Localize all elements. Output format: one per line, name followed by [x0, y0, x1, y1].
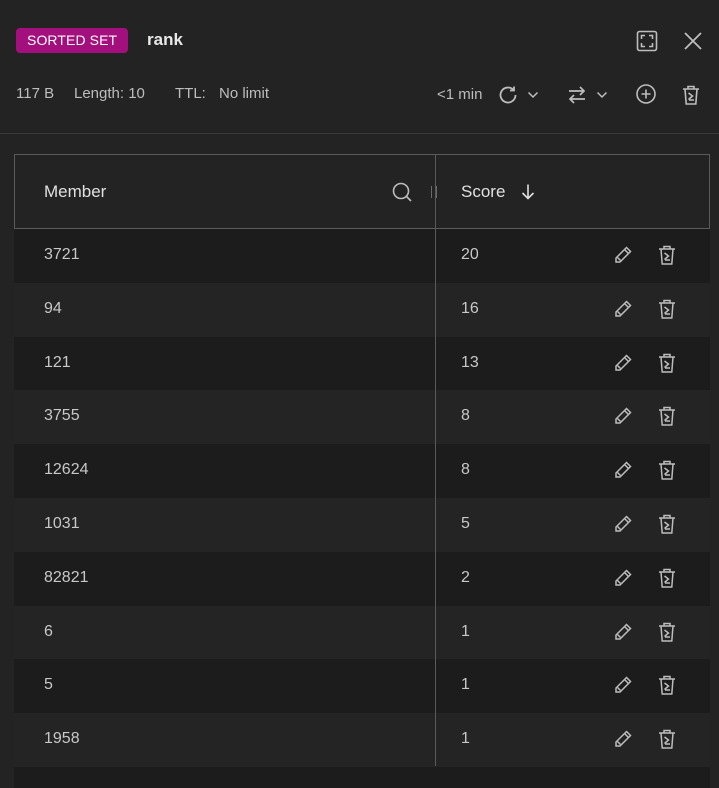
trash-icon[interactable]	[656, 298, 678, 320]
member-cell: 3721	[44, 246, 80, 263]
member-cell: 1031	[44, 514, 80, 532]
table-row: 82821 2	[14, 551, 710, 606]
trash-icon[interactable]	[656, 567, 678, 589]
member-cell: 1958	[44, 730, 80, 748]
table-row: 3721 20	[14, 229, 710, 283]
member-cell: 82821	[44, 568, 89, 586]
ttl-value[interactable]: No limit	[219, 85, 269, 102]
members-table: Member Score 3721 20 94 16 121 13 3755 8…	[14, 154, 710, 788]
key-details-header: SORTED SET rank 117 B Length: 10 TTL: No…	[0, 0, 719, 134]
score-cell: 20	[461, 246, 479, 263]
column-divider	[435, 154, 436, 766]
table-row: 5 1	[14, 659, 710, 714]
column-header-score[interactable]: Score	[461, 182, 505, 202]
member-cell: 121	[44, 353, 71, 371]
member-cell: 94	[44, 299, 62, 317]
chevron-down-icon[interactable]	[595, 88, 609, 102]
pencil-icon[interactable]	[612, 674, 634, 696]
score-cell: 1	[461, 622, 470, 640]
score-cell: 13	[461, 353, 479, 371]
ttl-label: TTL:	[175, 85, 206, 102]
table-row: 121 13	[14, 336, 710, 391]
pencil-icon[interactable]	[612, 244, 634, 266]
trash-icon[interactable]	[656, 405, 678, 427]
pencil-icon[interactable]	[612, 352, 634, 374]
score-cell: 2	[461, 568, 470, 586]
refresh-icon[interactable]	[495, 82, 521, 108]
pencil-icon[interactable]	[612, 405, 634, 427]
column-header-member[interactable]: Member	[44, 182, 106, 202]
trash-icon[interactable]	[656, 352, 678, 374]
member-cell: 3755	[44, 407, 80, 425]
table-row: 1958 1	[14, 713, 710, 767]
pencil-icon[interactable]	[612, 513, 634, 535]
key-name[interactable]: rank	[147, 30, 183, 50]
key-length: Length: 10	[74, 85, 145, 102]
table-row: 12624 8	[14, 444, 710, 498]
trash-icon[interactable]	[679, 82, 703, 108]
swap-icon[interactable]	[565, 82, 589, 108]
table-row: 3755 8	[14, 390, 710, 445]
member-cell: 12624	[44, 461, 89, 479]
score-cell: 5	[461, 514, 470, 532]
add-circle-icon[interactable]	[634, 82, 658, 106]
trash-icon[interactable]	[656, 621, 678, 643]
trash-icon[interactable]	[656, 728, 678, 750]
trash-icon[interactable]	[656, 513, 678, 535]
close-icon[interactable]	[680, 28, 706, 54]
pencil-icon[interactable]	[612, 298, 634, 320]
trash-icon[interactable]	[656, 244, 678, 266]
table-row: 1031 5	[14, 497, 710, 552]
pencil-icon[interactable]	[612, 728, 634, 750]
score-cell: 8	[461, 461, 470, 479]
table-row: 6 1	[14, 605, 710, 660]
table-row: 94 16	[14, 282, 710, 337]
pencil-icon[interactable]	[612, 567, 634, 589]
score-cell: 1	[461, 730, 470, 748]
arrow-down-icon[interactable]	[518, 182, 538, 202]
table-header: Member Score	[14, 154, 710, 229]
trash-icon[interactable]	[656, 459, 678, 481]
score-cell: 1	[461, 676, 470, 694]
trash-icon[interactable]	[656, 674, 678, 696]
table-body: 3721 20 94 16 121 13 3755 8 12624 8 1031…	[14, 229, 710, 767]
key-size: 117 B	[16, 85, 55, 102]
member-cell: 5	[44, 676, 53, 694]
member-cell: 6	[44, 622, 53, 640]
search-icon[interactable]	[390, 180, 414, 204]
score-cell: 16	[461, 299, 479, 317]
chevron-down-icon[interactable]	[526, 88, 540, 102]
pencil-icon[interactable]	[612, 621, 634, 643]
last-refresh-time: <1 min	[437, 86, 483, 103]
fullscreen-icon[interactable]	[634, 28, 660, 54]
column-resize-handle[interactable]	[431, 186, 437, 198]
score-cell: 8	[461, 407, 470, 425]
pencil-icon[interactable]	[612, 459, 634, 481]
key-type-badge: SORTED SET	[16, 28, 129, 53]
